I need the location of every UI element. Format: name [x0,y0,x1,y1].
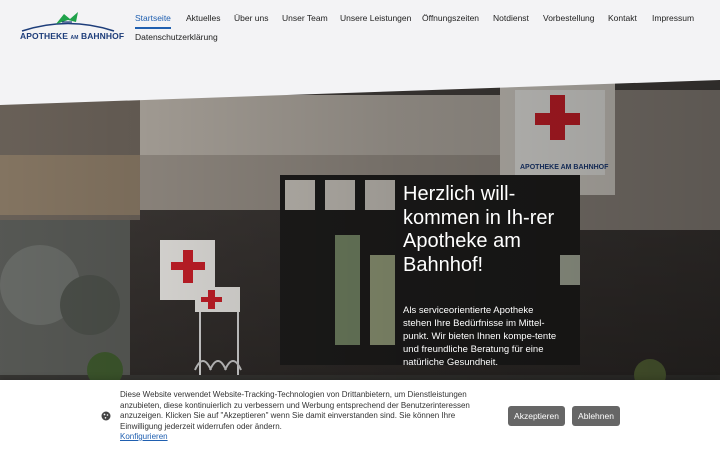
nav-item-oeffnungszeiten[interactable]: Öffnungszeiten [422,13,479,27]
nav-item-impressum[interactable]: Impressum [652,13,694,27]
cookie-text: Diese Website verwendet Website-Tracking… [120,390,470,431]
decline-button[interactable]: Ablehnen [572,406,620,426]
nav-item-unser-team[interactable]: Unser Team [282,13,328,27]
hero-title: Herzlich will-kommen in Ih-rer Apotheke … [403,183,555,276]
nav-item-vorbestellung[interactable]: Vorbestellung [543,13,595,27]
cookie-banner: Diese Website verwendet Website-Tracking… [0,380,720,450]
hero-text: Als serviceorientierte Apotheke stehen I… [403,305,557,368]
nav-item-startseite[interactable]: Startseite [135,13,171,29]
pharmacy-logo[interactable]: APOTHEKE AM BAHNHOF [20,10,125,44]
nav-item-notdienst[interactable]: Notdienst [493,13,529,27]
nav-item-ueber-uns[interactable]: Über uns [234,13,269,27]
nav-item-kontakt[interactable]: Kontakt [608,13,637,27]
configure-link[interactable]: Konfigurieren [120,432,168,441]
cookie-icon [101,411,111,421]
nav-item-aktuelles[interactable]: Aktuelles [186,13,221,27]
nav-item-leistungen[interactable]: Unsere Leistungen [340,13,411,27]
nav-item-datenschutz[interactable]: Datenschutzerklärung [135,32,218,46]
logo-text: APOTHEKE AM BAHNHOF [20,31,125,41]
accept-button[interactable]: Akzeptieren [508,406,565,426]
